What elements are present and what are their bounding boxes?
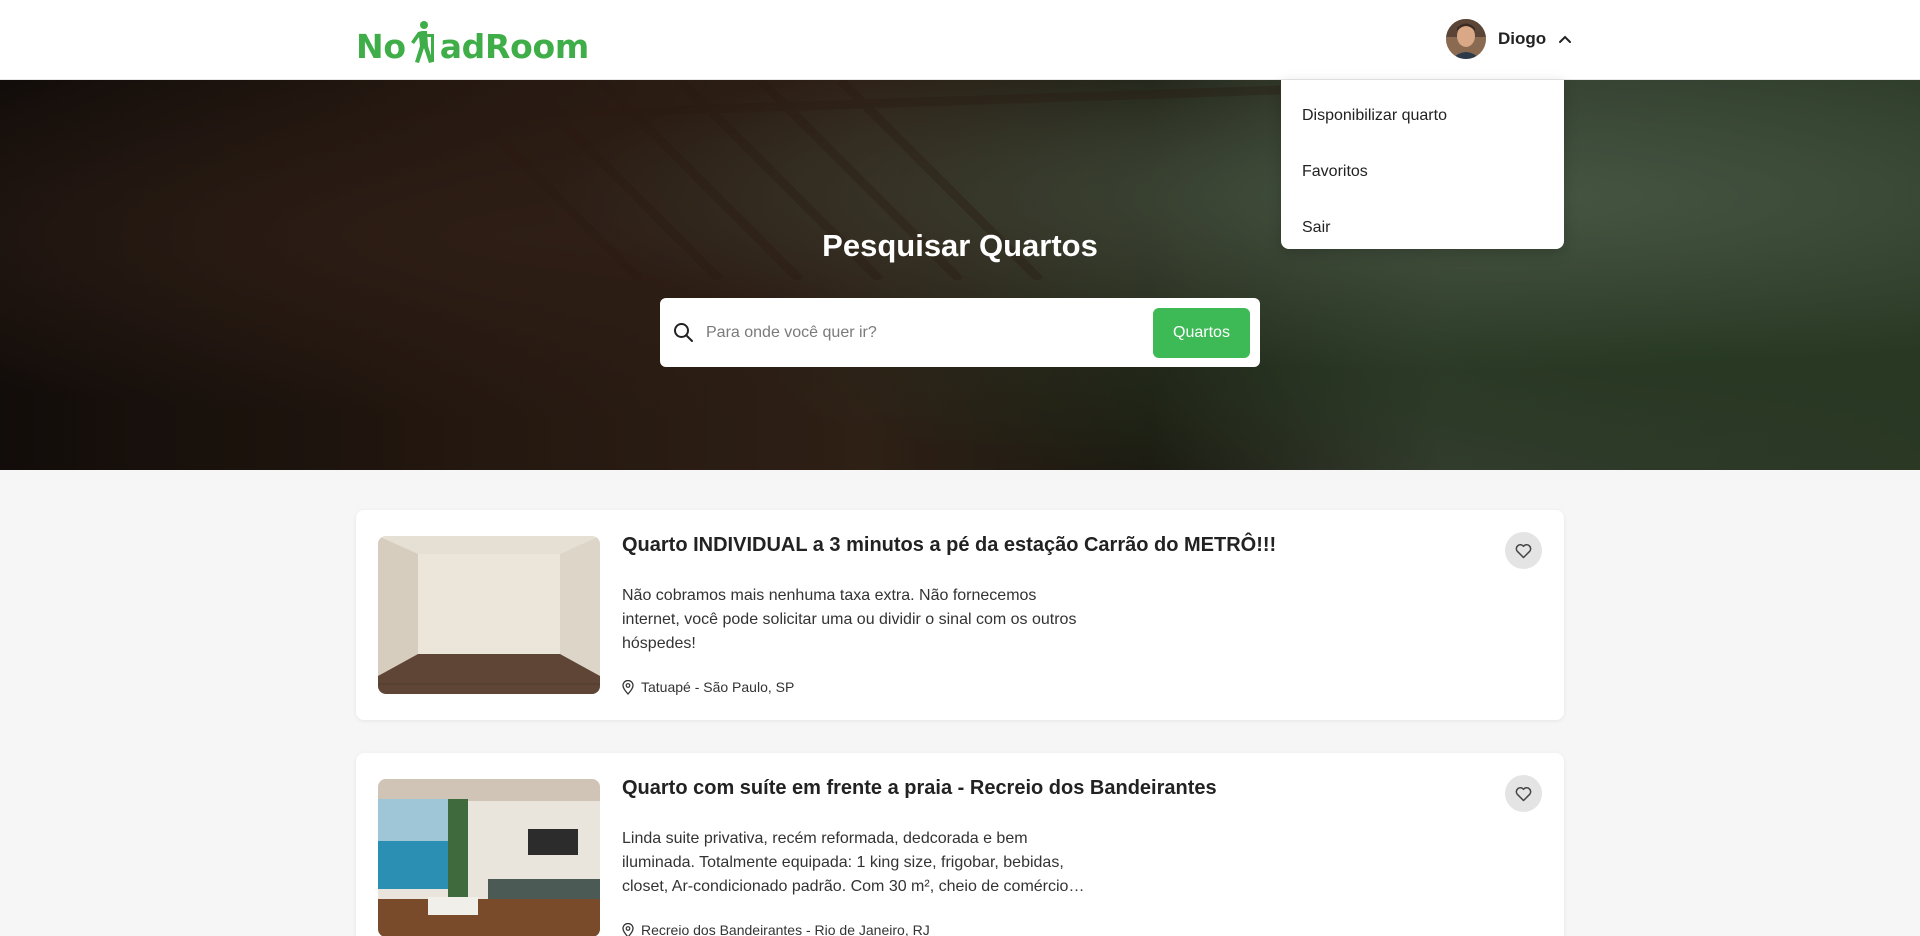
page-title: Pesquisar Quartos [822, 228, 1098, 263]
search-bar: Quartos [660, 298, 1260, 367]
search-input[interactable] [706, 310, 1136, 355]
search-icon [674, 323, 693, 342]
menu-item-sair[interactable]: Sair [1281, 200, 1564, 256]
listing-location-text: Recreio dos Bandeirantes - Rio de Janeir… [641, 922, 930, 936]
listing-description: Não cobramos mais nenhuma taxa extra. Nã… [622, 587, 1077, 652]
favorite-button[interactable] [1505, 532, 1542, 569]
listing-photo[interactable] [378, 536, 600, 694]
user-name: Diogo [1498, 29, 1547, 48]
hero-banner: Pesquisar Quartos Quartos [0, 80, 1920, 470]
empty-room-image [378, 536, 600, 694]
logo-text-start: No [356, 27, 406, 66]
listing-card[interactable]: Quarto INDIVIDUAL a 3 minutos a pé da es… [356, 510, 1564, 720]
menu-item-disponibilizar-quarto[interactable]: Disponibilizar quarto [1281, 88, 1564, 144]
heart-icon [1515, 786, 1532, 801]
map-pin-icon [622, 679, 634, 695]
listing-location: Recreio dos Bandeirantes - Rio de Janeir… [622, 922, 930, 936]
user-avatar-icon [1446, 19, 1486, 59]
avatar [1446, 19, 1486, 59]
chevron-up-icon [1559, 35, 1572, 43]
user-menu-toggle[interactable]: Diogo [1446, 18, 1572, 60]
favorite-button[interactable] [1505, 775, 1542, 812]
listing-title[interactable]: Quarto com suíte em frente a praia - Rec… [622, 777, 1217, 800]
nomadroom-logo[interactable]: No adRoom [356, 14, 589, 66]
map-pin-icon [622, 922, 634, 936]
listing-card[interactable]: Quarto com suíte em frente a praia - Rec… [356, 753, 1564, 936]
listing-location-text: Tatuapé - São Paulo, SP [641, 679, 795, 695]
walking-person-icon [410, 21, 434, 63]
listing-photo[interactable] [378, 779, 600, 936]
menu-item-favoritos[interactable]: Favoritos [1281, 144, 1564, 200]
listing-title[interactable]: Quarto INDIVIDUAL a 3 minutos a pé da es… [622, 534, 1276, 557]
logo-text-end: adRoom [439, 27, 590, 66]
heart-icon [1515, 543, 1532, 558]
search-rooms-button[interactable]: Quartos [1153, 308, 1250, 358]
user-dropdown-menu: Disponibilizar quarto Favoritos Sair [1281, 80, 1564, 249]
listing-description: Linda suite privativa, recém reformada, … [622, 830, 1085, 895]
listing-location: Tatuapé - São Paulo, SP [622, 679, 794, 695]
top-header: No adRoom Diogo [0, 0, 1920, 80]
beach-suite-image [378, 779, 600, 936]
